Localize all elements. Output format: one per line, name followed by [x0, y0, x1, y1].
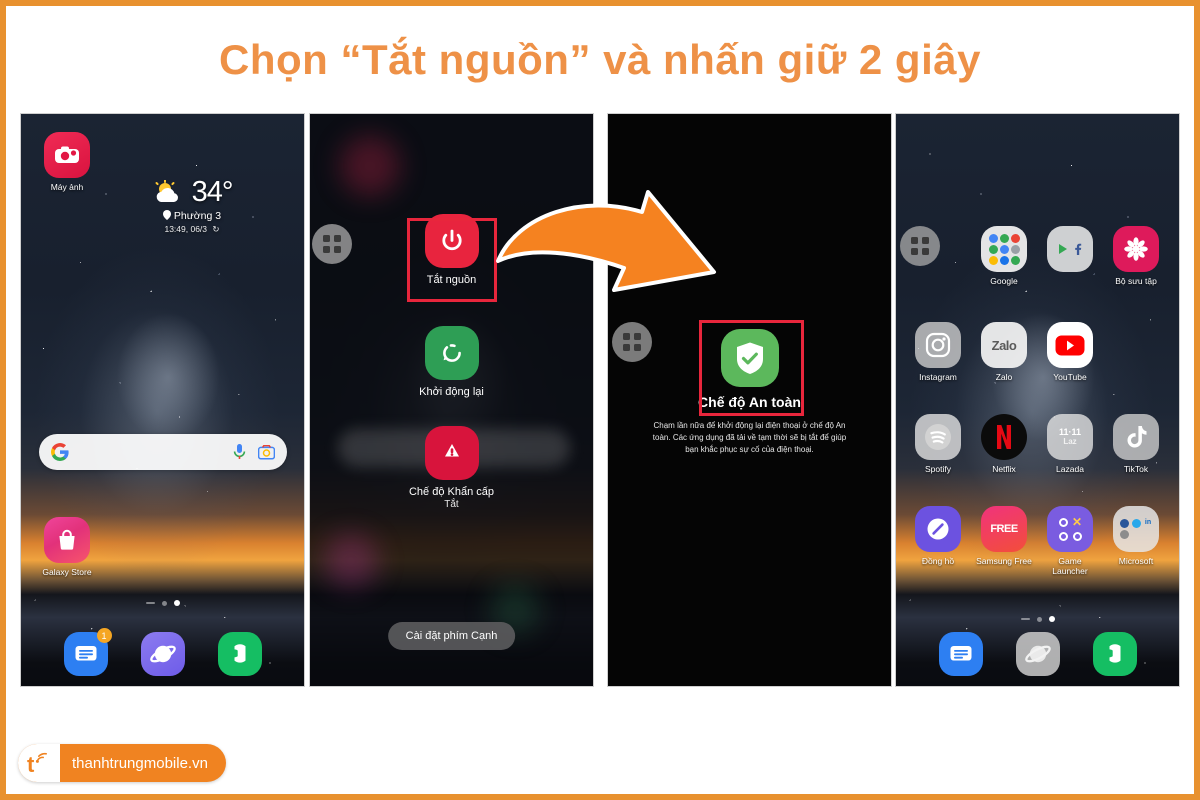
blur-glow	[340, 136, 400, 196]
app-netflix[interactable]: Netflix	[972, 414, 1036, 475]
app-label: Lazada	[1056, 464, 1084, 474]
app-microsoft-folder[interactable]: in Microsoft	[1104, 506, 1168, 567]
app-tiktok[interactable]: TikTok	[1104, 414, 1168, 475]
clock-icon	[915, 506, 961, 552]
app-label: Microsoft	[1118, 556, 1154, 566]
app-game-launcher[interactable]: ✕ Game Launcher	[1038, 506, 1102, 577]
app-samsung-free[interactable]: FREE Samsung Free	[972, 506, 1036, 567]
weather-time: 13:49, 06/3 ↻	[164, 224, 220, 234]
instagram-icon	[915, 322, 961, 368]
app-label: Instagram	[919, 372, 957, 382]
refresh-icon[interactable]: ↻	[212, 224, 219, 234]
dock-phone[interactable]	[1092, 632, 1137, 676]
safe-mode-description: Chạm lần nữa để khởi động lại điện thoại…	[652, 421, 847, 454]
app-label: TikTok	[1123, 464, 1149, 474]
stars-overlay	[896, 114, 1179, 686]
page-title: Chọn “Tắt nguồn” và nhấn giữ 2 giây	[219, 36, 981, 83]
app-label: Galaxy Store	[42, 567, 92, 577]
weather-temperature: 34°	[191, 176, 234, 208]
google-icon	[51, 443, 69, 461]
app-lazada[interactable]: 11·11 Laz Lazada	[1038, 414, 1102, 475]
dim-overlay	[310, 114, 593, 686]
galaxy-store-icon	[44, 517, 90, 563]
app-label: Bộ sưu tập	[1115, 276, 1157, 286]
page-indicator	[21, 600, 304, 606]
phone-screenshot-safe-mode-home: Google Bộ sưu tập Instagram Zalo Zalo Yo…	[895, 113, 1180, 687]
restart-icon	[424, 326, 479, 380]
lazada-icon: 11·11 Laz	[1047, 414, 1093, 460]
dock-phone[interactable]	[217, 632, 262, 676]
power-option-label: Chế độ Khẩn cấp	[408, 486, 494, 498]
app-camera[interactable]: Máy ảnh	[35, 132, 99, 193]
highlight-box-power-off	[407, 218, 497, 302]
play-facebook-folder-icon	[1047, 226, 1093, 272]
app-label: Google	[990, 276, 1018, 286]
app-galaxy-store[interactable]: Galaxy Store	[35, 517, 99, 578]
app-label: Samsung Free	[976, 556, 1032, 566]
google-folder-icon	[981, 226, 1027, 272]
app-zalo[interactable]: Zalo Zalo	[972, 322, 1036, 383]
app-play-facebook-folder[interactable]	[1038, 226, 1102, 277]
camera-lens-icon	[258, 444, 275, 460]
youtube-icon	[1047, 322, 1093, 368]
phone-screenshot-power-menu: Tắt nguồn Khởi động lại Chế độ Khẩn cấp …	[309, 113, 594, 687]
app-google-folder[interactable]: Google	[972, 226, 1036, 287]
power-option-restart[interactable]: Khởi động lại	[310, 326, 593, 398]
dock-messages[interactable]	[938, 632, 983, 676]
app-label: YouTube	[1053, 372, 1087, 382]
watermark[interactable]: t thanhtrungmobile.vn	[18, 744, 226, 782]
google-search-bar[interactable]	[39, 434, 287, 470]
weather-widget[interactable]: 34° Phường 3 13:49, 06/3 ↻	[117, 176, 267, 235]
partly-cloudy-icon	[155, 179, 178, 202]
spotify-icon	[915, 414, 961, 460]
app-label: Đồng hồ	[921, 556, 955, 566]
dock-messages[interactable]: 1	[63, 628, 112, 676]
game-launcher-icon: ✕	[1047, 506, 1093, 552]
location-pin-icon	[162, 210, 171, 220]
phone-screenshot-home: Máy ảnh 34° Phường 3 13:49, 06/3 ↻ Galax…	[20, 113, 305, 687]
microsoft-folder-icon: in	[1113, 506, 1159, 552]
app-spotify[interactable]: Spotify	[906, 414, 970, 475]
zalo-icon: Zalo	[981, 322, 1027, 368]
dock-internet[interactable]	[140, 632, 185, 676]
app-label: Máy ảnh	[50, 182, 84, 192]
highlight-box-safe-mode	[699, 320, 804, 416]
app-label: Netflix	[992, 464, 1016, 474]
app-label: Zalo	[995, 372, 1013, 382]
camera-icon	[44, 132, 90, 178]
app-youtube[interactable]: YouTube	[1038, 322, 1102, 383]
dock	[896, 632, 1179, 676]
brand-logo-icon: t	[18, 744, 60, 782]
power-option-sub: Tắt	[444, 499, 459, 510]
blur-glow	[324, 534, 378, 588]
watermark-text: thanhtrungmobile.vn	[72, 754, 208, 772]
power-option-emergency[interactable]: Chế độ Khẩn cấp Tắt	[310, 426, 593, 510]
power-option-label: Khởi động lại	[419, 386, 484, 398]
app-instagram[interactable]: Instagram	[906, 322, 970, 383]
dock: 1	[21, 628, 304, 676]
gallery-icon	[1113, 226, 1159, 272]
app-clock[interactable]: Đồng hồ	[906, 506, 970, 567]
microphone-icon	[233, 444, 246, 459]
emergency-icon	[424, 426, 479, 480]
page-indicator	[896, 616, 1179, 622]
app-drawer-icon[interactable]	[900, 226, 940, 266]
svg-text:t: t	[27, 752, 35, 775]
app-label: Spotify	[925, 464, 951, 474]
app-label: Game Launcher	[1052, 556, 1088, 576]
phone-screenshot-safe-mode: Chế độ An toàn Chạm lần nữa để khởi động…	[607, 113, 892, 687]
netflix-icon	[981, 414, 1027, 460]
edge-panel-settings-button[interactable]: Cài đặt phím Cạnh	[387, 622, 516, 650]
badge-count: 1	[96, 628, 112, 643]
app-gallery[interactable]: Bộ sưu tập	[1104, 226, 1168, 287]
weather-place: Phường 3	[117, 210, 267, 222]
tiktok-icon	[1113, 414, 1159, 460]
samsung-free-icon: FREE	[981, 506, 1027, 552]
dock-internet[interactable]	[1015, 632, 1060, 676]
